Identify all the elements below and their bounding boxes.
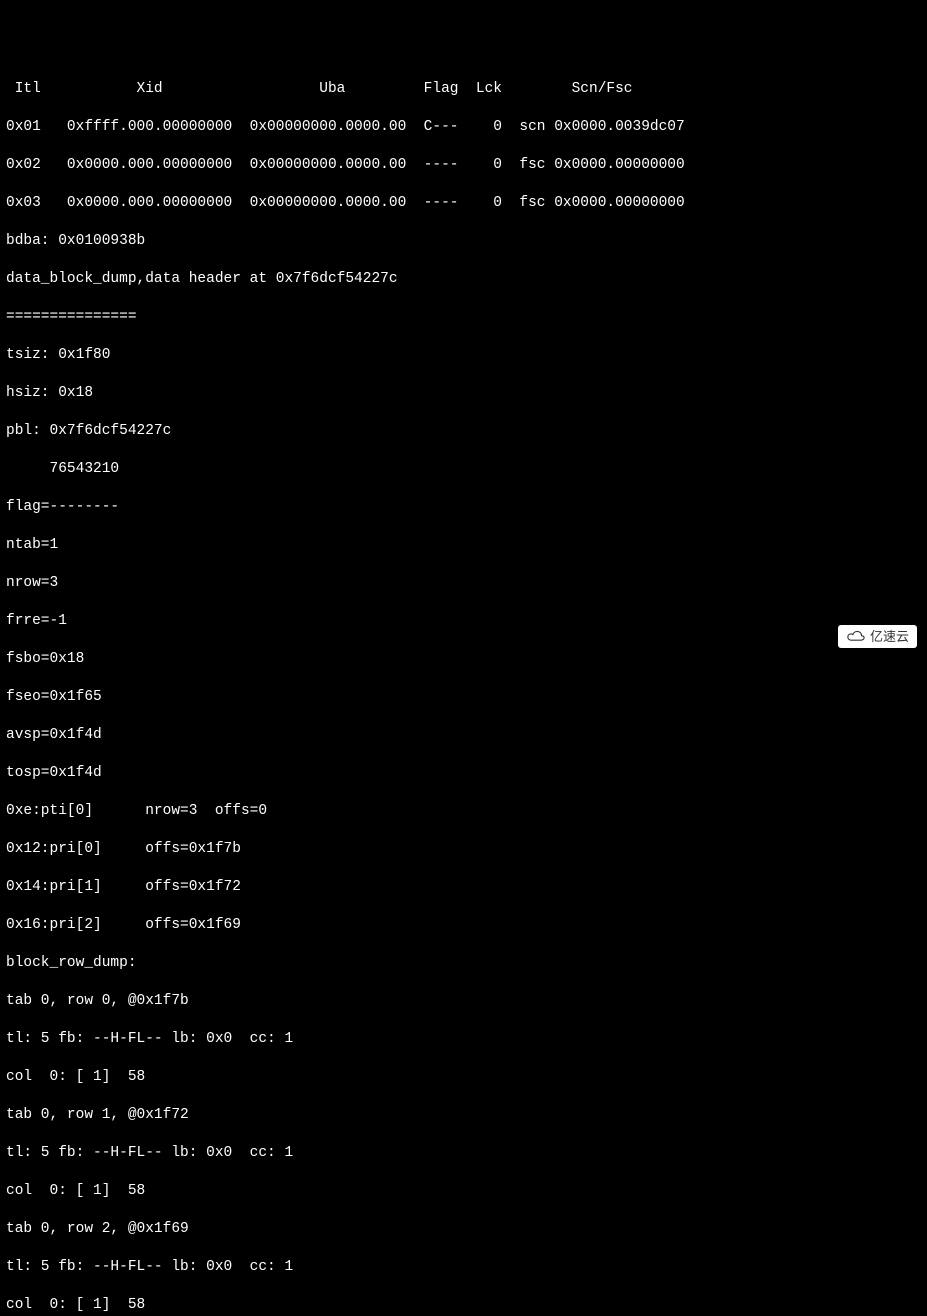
pbl-line: pbl: 0x7f6dcf54227c (6, 422, 921, 441)
fseo-line: fseo=0x1f65 (6, 688, 921, 707)
separator-line: =============== (6, 308, 921, 327)
hsiz-line: hsiz: 0x18 (6, 384, 921, 403)
data-header-line: data_block_dump,data header at 0x7f6dcf5… (6, 270, 921, 289)
itl-row: 0x02 0x0000.000.00000000 0x00000000.0000… (6, 156, 921, 175)
row-line: col 0: [ 1] 58 (6, 1182, 921, 1201)
pri-line: 0x16:pri[2] offs=0x1f69 (6, 916, 921, 935)
pri-line: 0x12:pri[0] offs=0x1f7b (6, 840, 921, 859)
row-line: tab 0, row 0, @0x1f7b (6, 992, 921, 1011)
row-line: col 0: [ 1] 58 (6, 1068, 921, 1087)
itl-row: 0x01 0xffff.000.00000000 0x00000000.0000… (6, 118, 921, 137)
cloud-icon (846, 630, 866, 644)
tsiz-line: tsiz: 0x1f80 (6, 346, 921, 365)
row-line: tab 0, row 1, @0x1f72 (6, 1106, 921, 1125)
fsbo-line: fsbo=0x18 (6, 650, 921, 669)
pti-line: 0xe:pti[0] nrow=3 offs=0 (6, 802, 921, 821)
nrow-line: nrow=3 (6, 574, 921, 593)
pri-line: 0x14:pri[1] offs=0x1f72 (6, 878, 921, 897)
row-line: col 0: [ 1] 58 (6, 1296, 921, 1315)
avsp-line: avsp=0x1f4d (6, 726, 921, 745)
watermark: 亿速云 (838, 625, 917, 648)
frre-line: frre=-1 (6, 612, 921, 631)
itl-row: 0x03 0x0000.000.00000000 0x00000000.0000… (6, 194, 921, 213)
row-line: tab 0, row 2, @0x1f69 (6, 1220, 921, 1239)
itl-header: Itl Xid Uba Flag Lck Scn/Fsc (6, 80, 921, 99)
row-line: tl: 5 fb: --H-FL-- lb: 0x0 cc: 1 (6, 1258, 921, 1277)
block-row-dump-line: block_row_dump: (6, 954, 921, 973)
row-line: tl: 5 fb: --H-FL-- lb: 0x0 cc: 1 (6, 1030, 921, 1049)
bits-line: 76543210 (6, 460, 921, 479)
watermark-text: 亿速云 (870, 627, 909, 646)
flag-line: flag=-------- (6, 498, 921, 517)
ntab-line: ntab=1 (6, 536, 921, 555)
bdba-line: bdba: 0x0100938b (6, 232, 921, 251)
row-line: tl: 5 fb: --H-FL-- lb: 0x0 cc: 1 (6, 1144, 921, 1163)
tosp-line: tosp=0x1f4d (6, 764, 921, 783)
